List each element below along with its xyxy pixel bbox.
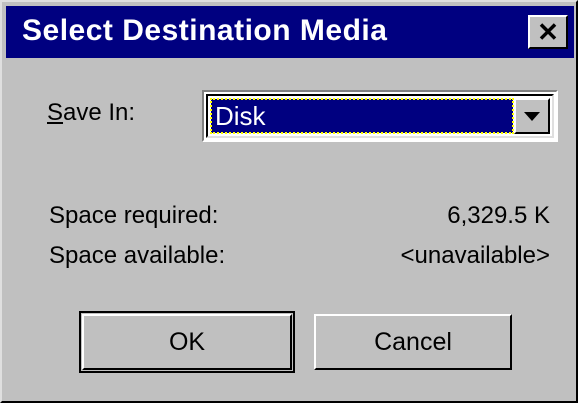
save-in-label: Save In: — [47, 99, 135, 127]
chevron-down-icon — [524, 112, 540, 121]
save-in-dropdown[interactable]: Disk — [202, 90, 558, 142]
save-in-accesskey: S — [47, 99, 64, 126]
space-required-label: Space required: — [49, 202, 219, 229]
close-icon: ✕ — [537, 17, 559, 47]
title-bar[interactable]: Select Destination Media ✕ — [6, 6, 574, 58]
save-in-dropdown-field: Disk — [206, 94, 554, 138]
cancel-button-label: Cancel — [374, 327, 452, 356]
ok-button-label: OK — [168, 327, 206, 356]
dialog-title: Select Destination Media — [22, 14, 388, 47]
space-available-label: Space available: — [49, 242, 226, 269]
space-required-value: 6,329.5 K — [447, 202, 550, 229]
select-destination-media-dialog: Select Destination Media ✕ Save In: Disk… — [0, 0, 578, 403]
cancel-button[interactable]: Cancel — [314, 314, 512, 370]
close-button[interactable]: ✕ — [528, 15, 568, 49]
save-in-label-text: ave In: — [63, 99, 136, 126]
space-available-value: <unavailable> — [400, 242, 550, 269]
save-in-selected-value[interactable]: Disk — [210, 98, 514, 134]
dropdown-arrow-button[interactable] — [514, 98, 550, 134]
ok-button[interactable]: OK — [79, 311, 295, 373]
